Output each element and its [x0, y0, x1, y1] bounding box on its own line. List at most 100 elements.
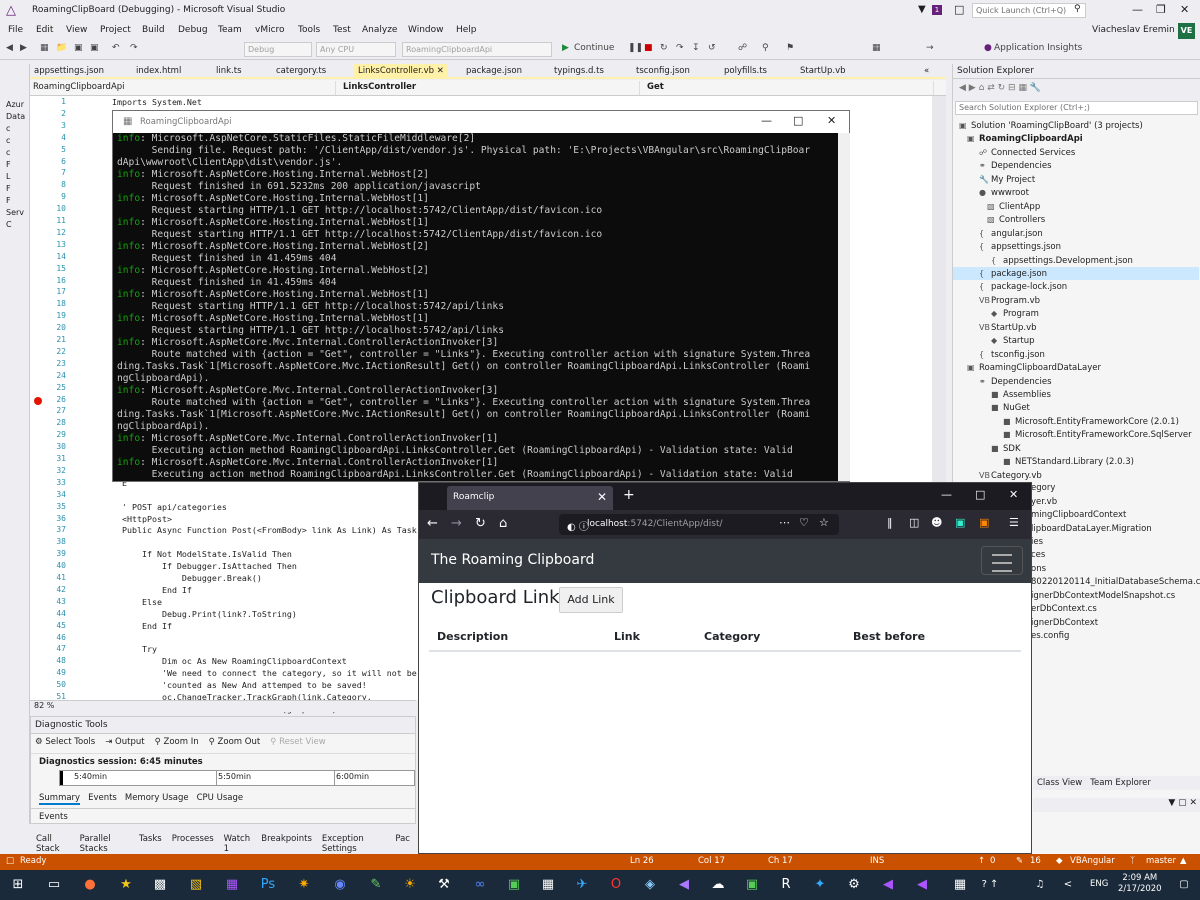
tools-icon[interactable]: ⚒ — [434, 875, 454, 895]
timeline-cursor[interactable] — [60, 771, 63, 785]
solution-tree-item[interactable]: ignerDbContext — [1031, 617, 1098, 630]
app-icon[interactable]: ◈ — [640, 875, 660, 895]
overflow-icon[interactable]: → — [926, 43, 934, 53]
calculator-icon[interactable]: ▦ — [538, 875, 558, 895]
vscode-icon[interactable]: ✦ — [810, 875, 830, 895]
account-icon[interactable]: ☻ — [931, 516, 942, 529]
changes-count[interactable]: 16 — [1030, 856, 1041, 866]
startup-project-select[interactable]: RoamingClipboardApi — [402, 42, 552, 57]
open-file-icon[interactable]: 📁 — [56, 43, 67, 53]
tab-startup-vb[interactable]: StartUp.vb — [800, 66, 846, 76]
volume-icon[interactable]: ♫ — [1030, 875, 1050, 895]
comment-icon[interactable]: ▦ — [872, 43, 881, 53]
solution-tree-item[interactable]: ◆ Startup — [991, 334, 1035, 347]
pencil-icon[interactable]: ✎ — [1016, 856, 1023, 866]
left-item[interactable]: c — [0, 148, 29, 160]
solution-tree-item[interactable]: ● wwwroot — [979, 186, 1029, 199]
solution-tree-item[interactable]: es.config — [1031, 630, 1069, 643]
user-name[interactable]: Viacheslav Eremin — [1092, 25, 1175, 35]
tab-watch-1[interactable]: Watch 1 — [224, 834, 252, 854]
tab-exception-settings[interactable]: Exception Settings — [322, 834, 385, 854]
solution-tree-item[interactable]: {tsconfig.json — [979, 348, 1045, 361]
collapse-all-icon[interactable]: ⊟ — [1008, 83, 1016, 93]
left-item[interactable]: c — [0, 136, 29, 148]
filter-icon[interactable]: ▼ — [918, 4, 926, 15]
menu-file[interactable]: File — [8, 25, 23, 35]
tab-cpu-usage[interactable]: CPU Usage — [197, 793, 243, 805]
home-button[interactable]: ⌂ — [499, 516, 507, 531]
menu-tools[interactable]: Tools — [298, 25, 320, 35]
visual-studio-icon[interactable]: ◀ — [878, 875, 898, 895]
console-minimize-button[interactable]: — — [761, 114, 772, 127]
step-over-icon[interactable]: ↷ — [676, 43, 684, 53]
class-navigation-select[interactable]: LinksController — [340, 81, 640, 95]
bookmark-icon[interactable]: ⚑ — [786, 43, 794, 53]
tab-team-explorer[interactable]: Team Explorer — [1090, 778, 1151, 788]
solution-tree-item[interactable]: VBStartUp.vb — [979, 321, 1037, 334]
solution-configuration-select[interactable]: Debug — [244, 42, 312, 57]
menu-team[interactable]: Team — [218, 25, 242, 35]
menu-edit[interactable]: Edit — [36, 25, 53, 35]
tab-tsconfig-json[interactable]: tsconfig.json — [636, 66, 690, 76]
photoshop-icon[interactable]: Ps — [258, 875, 278, 895]
solution-tree-item[interactable]: ignerDbContextModelSnapshot.cs — [1031, 590, 1175, 603]
solution-tree-item[interactable]: yer.vb — [1031, 496, 1057, 509]
extension-icon[interactable]: ▣ — [979, 516, 989, 529]
task-view-icon[interactable]: ▭ — [44, 875, 64, 895]
solution-tree-item[interactable]: ■ Microsoft.EntityFrameworkCore (2.0.1) — [1003, 415, 1179, 428]
opera-icon[interactable]: O — [606, 875, 626, 895]
find-icon[interactable]: ⚲ — [762, 43, 769, 53]
restart-icon[interactable]: ↻ — [660, 43, 668, 53]
zoom-out-button[interactable]: ⚲ Zoom Out — [209, 737, 261, 750]
tab-overflow-icon[interactable]: « — [924, 66, 929, 76]
solution-tree-item[interactable]: ▧ Controllers — [987, 213, 1045, 226]
continue-button[interactable]: Continue — [574, 43, 614, 53]
refresh-icon[interactable]: ↺ — [708, 43, 716, 53]
quick-launch-input[interactable]: Quick Launch (Ctrl+Q) — [972, 3, 1086, 18]
up-arrow-icon[interactable]: ↑ — [978, 856, 985, 866]
solution-tree-item[interactable]: ☍ Connected Services — [979, 146, 1075, 159]
menu-icon[interactable]: ☰ — [1009, 516, 1019, 529]
home-icon[interactable]: ⌂ — [979, 83, 985, 93]
maximize-button[interactable]: ❐ — [1156, 3, 1166, 16]
solution-tree-item[interactable]: egory — [1031, 482, 1055, 495]
page-actions-icon[interactable]: ⋯ — [779, 516, 790, 529]
menu-project[interactable]: Project — [100, 25, 131, 35]
solution-tree-item[interactable]: ▣ RoamingClipboardDataLayer — [967, 361, 1101, 374]
output-button[interactable]: ⇥ Output — [105, 737, 144, 750]
code-line[interactable]: Dim oc As New RoamingClipboardContext — [112, 656, 347, 666]
app-icon[interactable]: ▣ — [742, 875, 762, 895]
shield-icon[interactable]: ◐ ⓘ — [567, 518, 589, 533]
menu-debug[interactable]: Debug — [178, 25, 208, 35]
tab-class-view[interactable]: Class View — [1037, 778, 1082, 788]
library-icon[interactable]: ‖ — [887, 516, 893, 529]
browser-tab[interactable]: Roamclip ✕ — [447, 486, 613, 510]
solution-tree-item[interactable]: {package.json — [953, 266, 1199, 280]
forward-icon[interactable]: ▶ — [20, 43, 27, 53]
left-item[interactable]: c — [0, 124, 29, 136]
tab-breakpoints[interactable]: Breakpoints — [261, 834, 312, 846]
repo-icon[interactable]: ◆ — [1056, 856, 1063, 866]
solution-tree-item[interactable]: ies — [1031, 536, 1043, 549]
member-navigation-select[interactable]: Get — [644, 81, 934, 95]
tab-polyfills-ts[interactable]: polyfills.ts — [724, 66, 767, 76]
editor-zoom-level[interactable]: 82 % — [30, 700, 416, 712]
extension-icon[interactable]: ▣ — [955, 516, 965, 529]
close-tab-icon[interactable]: ✕ — [437, 66, 444, 76]
app-icon[interactable]: ✈ — [572, 875, 592, 895]
tab-tasks[interactable]: Tasks — [139, 834, 162, 846]
left-item[interactable]: F — [0, 160, 29, 172]
solution-explorer-search[interactable]: Search Solution Explorer (Ctrl+;) — [955, 101, 1198, 115]
left-item[interactable]: C — [0, 220, 29, 232]
taskbar-clock[interactable]: 2:09 AM 2/17/2020 — [1118, 873, 1162, 895]
menu-build[interactable]: Build — [142, 25, 165, 35]
app-icon[interactable]: ▣ — [504, 875, 524, 895]
code-line[interactable]: Imports System.Net — [112, 97, 202, 107]
back-button[interactable]: ← — [427, 516, 438, 531]
tab-appsettings-json[interactable]: appsettings.json — [34, 66, 104, 76]
back-icon[interactable]: ◀ — [6, 43, 13, 53]
input-language[interactable]: ENG — [1090, 879, 1108, 889]
console-maximize-button[interactable]: □ — [793, 114, 803, 127]
code-line[interactable]: If Debugger.IsAttached Then — [112, 561, 297, 571]
show-all-files-icon[interactable]: ▦ — [1018, 83, 1027, 93]
